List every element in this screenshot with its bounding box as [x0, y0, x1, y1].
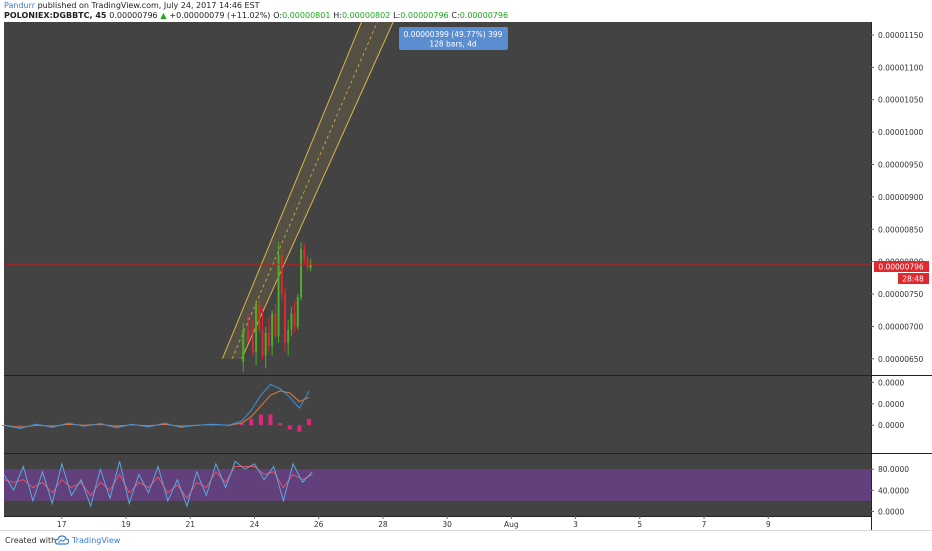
- macd-tick-label: 0.0000: [878, 378, 904, 387]
- open-label: O:: [273, 11, 283, 20]
- close-value: 0.00000796: [459, 11, 509, 20]
- candle-body: [247, 329, 250, 340]
- candle-body: [274, 313, 277, 337]
- macd-hist-bar: [249, 418, 254, 426]
- macd-hist-bar: [287, 425, 292, 430]
- price-tick-label: 0.00000900: [878, 193, 924, 202]
- candle-body: [267, 332, 270, 346]
- time-tick-label: 30: [442, 520, 452, 529]
- candle-body: [264, 332, 267, 356]
- up-arrow-icon: ▲: [160, 11, 167, 20]
- price-tick-label: 0.00001000: [878, 128, 924, 137]
- time-tick-label: 3: [573, 520, 578, 529]
- author-link[interactable]: Pandurr: [4, 1, 35, 10]
- price-tick-label: 0.00001050: [878, 96, 924, 105]
- price-tick-label: 0.00001150: [878, 31, 924, 40]
- candle-body: [271, 313, 274, 346]
- time-tick-label: 9: [766, 520, 771, 529]
- measure-callout[interactable]: 0.00000399 (49.77%) 399 128 bars, 4d: [399, 27, 508, 50]
- last-price: 0.00000796: [109, 11, 158, 20]
- macd-hist-bar: [307, 418, 312, 426]
- price-change: +0.00000079 (+11.02%): [169, 11, 271, 20]
- time-axis[interactable]: 17 19 21 24 26 28 30 Aug 3 5 7 9: [57, 516, 771, 529]
- macd-tick-label: 0.0000: [878, 421, 904, 430]
- macd-hist-bar: [18, 425, 23, 427]
- chart-area[interactable]: 0.00001150 0.00001100 0.00001050 0.00001000…: [0, 22, 932, 530]
- price-tick-label: 0.00001100: [878, 63, 924, 72]
- macd-hist-bar: [297, 425, 302, 432]
- publish-line: Pandurr published on TradingView.com, Ju…: [4, 1, 260, 10]
- low-value: 0.00000796: [400, 11, 449, 20]
- price-panel[interactable]: [4, 22, 871, 375]
- price-tick-label: 0.00000650: [878, 355, 924, 364]
- tradingview-cloud-icon: [55, 535, 69, 545]
- candle-body: [300, 248, 303, 298]
- close-label: C:: [451, 11, 460, 20]
- candle-body: [258, 303, 261, 330]
- time-tick-label: 21: [185, 520, 195, 529]
- tradingview-link[interactable]: TradingView: [72, 536, 120, 545]
- candle-body: [296, 297, 299, 327]
- candle-body: [251, 339, 254, 353]
- stoch-tick-label: 0.0000: [878, 507, 904, 516]
- time-tick-label: 7: [702, 520, 707, 529]
- time-tick-label: 28: [378, 520, 388, 529]
- candle-body: [306, 258, 309, 269]
- macd-tick-label: 0.0000: [878, 400, 904, 409]
- created-with-text: Created with: [5, 536, 57, 545]
- candle-body: [287, 329, 290, 343]
- price-tick-label: 0.00000750: [878, 290, 924, 299]
- stoch-band: [4, 469, 871, 501]
- symbol-line: POLONIEX:DGBBTC, 45 0.00000796 ▲ +0.0000…: [4, 11, 508, 20]
- time-tick-label: 19: [121, 520, 131, 529]
- publish-text: published on TradingView.com, July 24, 2…: [37, 1, 260, 10]
- footer: Created with TradingView: [0, 530, 932, 551]
- macd-hist-bar: [258, 414, 263, 426]
- price-axis[interactable]: 0.00001150 0.00001100 0.00001050 0.00001000…: [871, 31, 924, 364]
- candle-body: [255, 303, 258, 353]
- symbol-name[interactable]: POLONIEX:DGBBTC, 45: [4, 11, 106, 20]
- stoch-axis: 80.0000 40.0000 0.0000: [871, 465, 909, 516]
- macd-panel[interactable]: [4, 376, 871, 453]
- candle-body: [303, 248, 306, 259]
- high-value: 0.00000802: [341, 11, 391, 20]
- candle-body: [309, 264, 312, 269]
- chart-header: Pandurr published on TradingView.com, Ju…: [0, 0, 932, 22]
- stoch-tick-label: 40.0000: [878, 486, 909, 495]
- macd-axis: 0.0000 0.0000 0.0000: [871, 378, 904, 430]
- time-tick-label: 26: [314, 520, 324, 529]
- countdown-badge-text: 28:48: [902, 275, 924, 284]
- candle-body: [283, 294, 286, 343]
- candle-body: [290, 313, 293, 330]
- high-label: H:: [333, 11, 342, 20]
- macd-hist-bar: [268, 414, 273, 426]
- price-tick-label: 0.00000700: [878, 322, 924, 331]
- callout-line-1: 0.00000399 (49.77%) 399: [404, 30, 503, 39]
- time-tick-label: 5: [637, 520, 642, 529]
- time-tick-label: Aug: [504, 520, 519, 529]
- time-tick-label: 17: [57, 520, 67, 529]
- candle-body: [261, 329, 264, 356]
- time-tick-label: 24: [250, 520, 260, 529]
- price-tick-label: 0.00000950: [878, 160, 924, 169]
- candle-body: [242, 329, 245, 363]
- price-tick-label: 0.00000850: [878, 225, 924, 234]
- candle-body: [277, 255, 280, 337]
- callout-line-2: 128 bars, 4d: [429, 40, 477, 49]
- last-price-badge-text: 0.00000796: [878, 263, 924, 272]
- open-value: 0.00000801: [282, 11, 331, 20]
- macd-hist-bar: [278, 423, 283, 426]
- last-price-badge: 0.00000796 28:48: [874, 261, 929, 284]
- candle-body: [293, 313, 296, 327]
- stoch-tick-label: 80.0000: [878, 465, 909, 474]
- candle-body: [280, 255, 283, 295]
